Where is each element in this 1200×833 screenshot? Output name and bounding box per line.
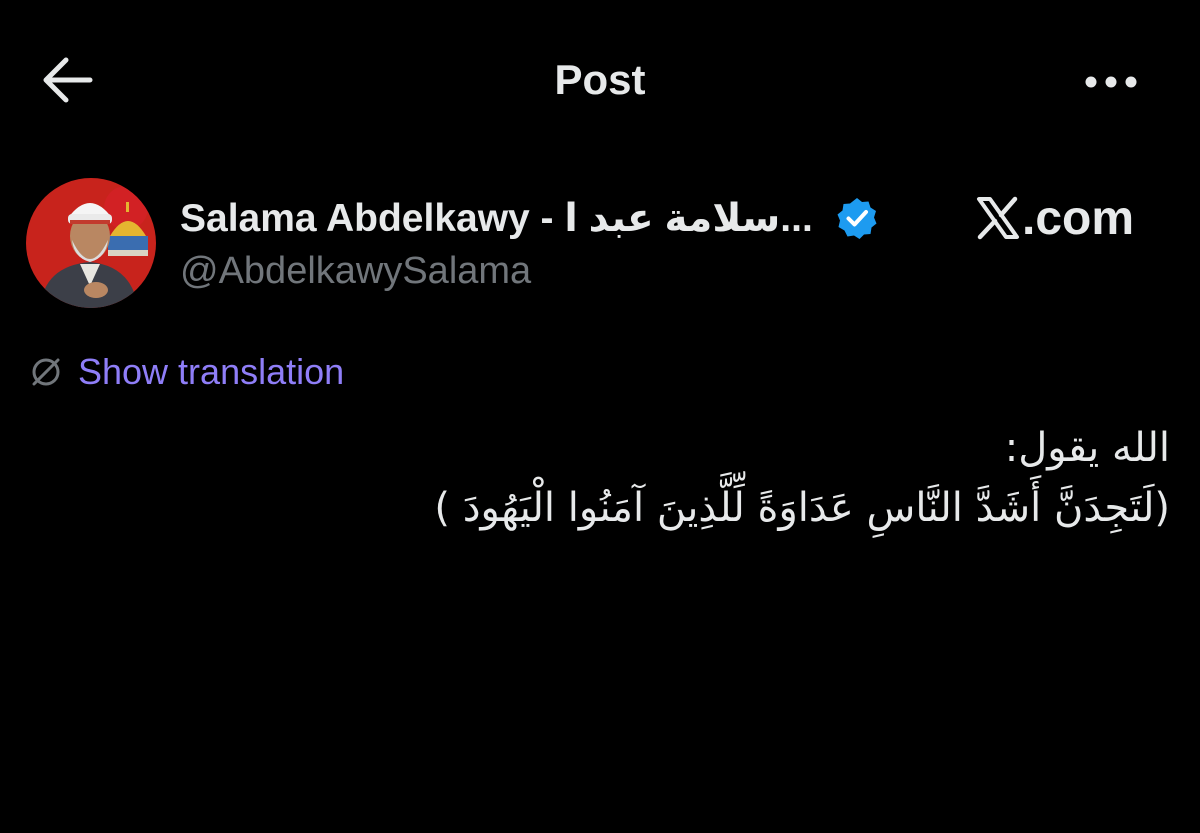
verified-badge-icon (835, 196, 879, 240)
x-logo-icon (977, 196, 1019, 240)
more-horizontal-icon (1085, 76, 1137, 88)
page-title: Post (554, 56, 646, 103)
more-button[interactable] (1080, 60, 1142, 104)
arrow-left-icon (43, 57, 93, 103)
x-com-watermark: .com (975, 188, 1134, 248)
tweet-line-1: الله يقول: (1004, 425, 1170, 471)
author-handle[interactable]: @AbdelkawySalama (180, 250, 531, 293)
translate-globe-icon (32, 358, 60, 386)
tweet-line-2: (لَتَجِدَنَّ أَشَدَّ النَّاسِ عَدَاوَةً … (434, 485, 1170, 531)
tweet-text: الله يقول: (لَتَجِدَنَّ أَشَدَّ النَّاسِ… (70, 418, 1170, 538)
x-com-domain: .com (1022, 191, 1135, 245)
back-button[interactable] (38, 54, 96, 106)
author-avatar[interactable] (26, 178, 156, 308)
top-bar: Post (0, 0, 1200, 160)
author-display-name[interactable]: Salama Abdelkawy - سلامة عبد ا... (180, 196, 813, 241)
show-translation-link[interactable]: Show translation (28, 350, 344, 394)
avatar-photo (26, 178, 156, 308)
author-name-row: Salama Abdelkawy - سلامة عبد ا... (180, 190, 879, 246)
show-translation-label: Show translation (78, 351, 345, 392)
